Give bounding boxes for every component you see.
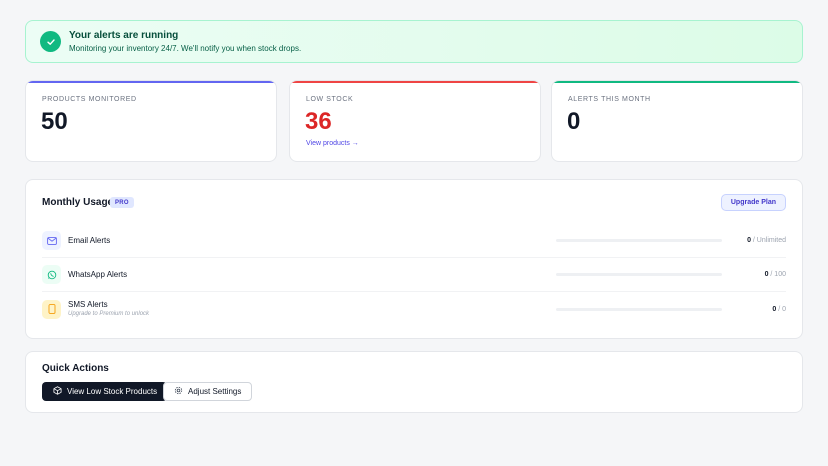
view-low-stock-label: View Low Stock Products [67,387,158,396]
stat-value: 0 [567,108,581,135]
alerts-running-banner: Your alerts are running Monitoring your … [25,20,803,63]
alerts-this-month-card: ALERTS THIS MONTH 0 [551,80,803,162]
quick-actions-title: Quick Actions [42,363,109,374]
usage-progress-bar [556,307,722,311]
low-stock-card: LOW STOCK 36 View products → [289,80,541,162]
usage-name: WhatsApp Alerts [68,269,128,279]
usage-name: SMS Alerts [68,299,108,309]
monthly-usage-panel: Monthly Usage PRO Upgrade Plan Email Ale… [25,179,803,339]
adjust-settings-button[interactable]: Adjust Settings [163,382,253,401]
box-icon [53,386,62,397]
stat-value: 50 [41,108,68,135]
card-accent-bar [552,81,802,83]
stat-label: PRODUCTS MONITORED [42,96,137,103]
upgrade-plan-button[interactable]: Upgrade Plan [720,194,786,211]
stat-value: 36 [305,108,332,135]
banner-title: Your alerts are running [69,29,179,41]
gear-icon [174,386,183,397]
quick-actions-panel: Quick Actions View Low Stock Products Ad… [25,351,803,413]
usage-count: 0 / 100 [764,271,786,278]
usage-note: Upgrade to Premium to unlock [68,310,150,317]
mail-icon [42,231,61,250]
adjust-settings-label: Adjust Settings [188,387,242,396]
usage-row-sms: SMS Alerts Upgrade to Premium to unlock … [42,292,786,326]
phone-icon [42,299,61,319]
usage-row-whatsapp: WhatsApp Alerts 0 / 100 [42,258,786,292]
stat-label: ALERTS THIS MONTH [568,96,651,103]
usage-name: Email Alerts [68,235,111,245]
monthly-usage-title: Monthly Usage [42,197,114,208]
card-accent-bar [26,81,276,83]
usage-progress-bar [556,273,722,276]
usage-count: 0 / Unlimited [747,237,786,244]
plan-badge: PRO [110,197,134,208]
banner-subtitle: Monitoring your inventory 24/7. We'll no… [69,43,302,53]
view-products-link[interactable]: View products → [306,140,359,147]
stat-label: LOW STOCK [306,96,354,103]
usage-count: 0 / 0 [772,305,786,313]
products-monitored-card: PRODUCTS MONITORED 50 [25,80,277,162]
usage-progress-bar [556,239,722,242]
check-icon [40,31,61,52]
view-low-stock-button[interactable]: View Low Stock Products [42,382,168,401]
usage-row-email: Email Alerts 0 / Unlimited [42,224,786,258]
whatsapp-icon [42,265,61,284]
card-accent-bar [290,81,540,83]
